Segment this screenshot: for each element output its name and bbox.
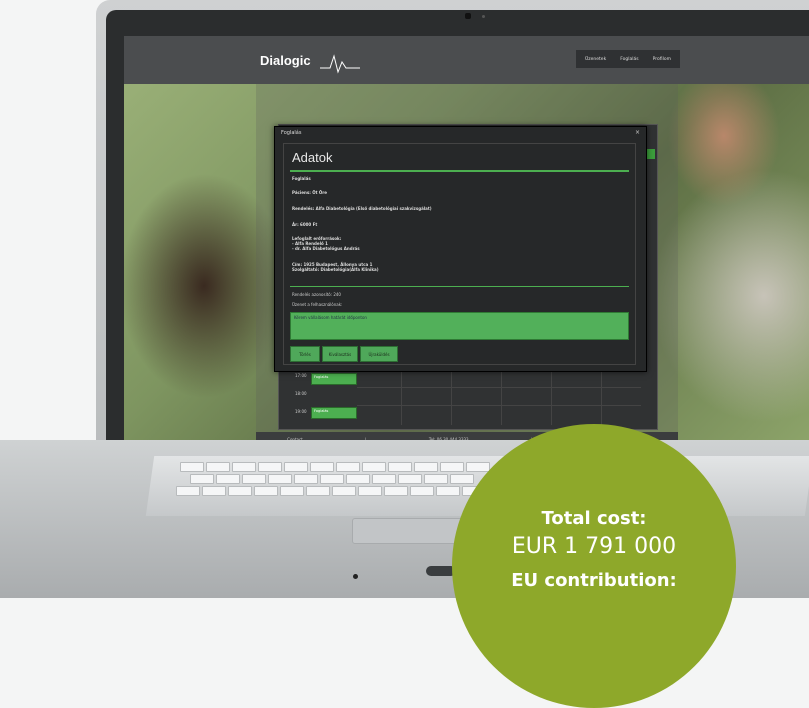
- info-resources: Lefoglalt erőforrások: - Alfa Rendelő 1 …: [292, 236, 360, 251]
- eu-contribution-label: EU contribution:: [511, 570, 677, 591]
- key: [180, 462, 204, 472]
- message-label: Üzenet a felhasználónak:: [292, 302, 343, 307]
- info-address: Cím: 1925 Budapest, Állonya utca 1 Szolg…: [292, 262, 379, 272]
- key: [176, 486, 200, 496]
- cost-badge: Total cost: EUR 1 791 000 EU contributio…: [452, 424, 736, 708]
- key: [280, 486, 304, 496]
- key: [310, 462, 334, 472]
- site-header: Dialogic Üzenetek Foglalás Profilom: [124, 36, 809, 84]
- modal-heading: Adatok: [292, 150, 333, 165]
- grid-column-line: [551, 369, 552, 425]
- info-price: Ár: 6000 Ft: [292, 222, 318, 227]
- key: [440, 462, 464, 472]
- resend-button[interactable]: Újraküldés: [360, 346, 398, 362]
- info-booking: Foglalás: [292, 176, 311, 181]
- time-label: 18:00: [295, 391, 307, 396]
- key: [384, 486, 408, 496]
- key: [410, 486, 434, 496]
- delete-button[interactable]: Törlés: [290, 346, 320, 362]
- key: [254, 486, 278, 496]
- booking-slot[interactable]: Foglalás: [311, 407, 357, 419]
- key: [258, 462, 282, 472]
- modal-body: Adatok Foglalás Páciens: Öt Öre Rendelés…: [283, 143, 636, 365]
- key: [336, 462, 360, 472]
- nav-link-profile[interactable]: Profilom: [653, 57, 671, 62]
- key: [320, 474, 344, 484]
- key: [466, 462, 490, 472]
- key: [388, 462, 412, 472]
- key: [242, 474, 266, 484]
- grid-column-line: [501, 369, 502, 425]
- grid-column-line: [451, 369, 452, 425]
- info-service: Rendelés: Alfa Diabetológia (Első diabet…: [292, 206, 432, 211]
- info-patient: Páciens: Öt Öre: [292, 190, 327, 195]
- indicator-light-icon: [353, 574, 358, 579]
- booking-modal: Foglalás × Adatok Foglalás Páciens: Öt Ö…: [274, 126, 647, 372]
- grid-line: [357, 405, 641, 406]
- heading-divider: [290, 170, 629, 172]
- key: [424, 474, 448, 484]
- grid-column-line: [601, 369, 602, 425]
- key: [450, 474, 474, 484]
- nav-link-messages[interactable]: Üzenetek: [585, 57, 606, 62]
- key-row: [176, 486, 486, 496]
- booking-id: Rendelés azonosító: 240: [292, 292, 341, 297]
- section-divider: [290, 286, 629, 287]
- grid-line: [357, 387, 641, 388]
- key: [306, 486, 330, 496]
- key: [362, 462, 386, 472]
- time-label: 19:00: [295, 409, 307, 414]
- message-textarea[interactable]: Kérem vállalásom határát időponton: [290, 312, 629, 340]
- key: [372, 474, 396, 484]
- top-nav: Üzenetek Foglalás Profilom: [576, 50, 680, 68]
- camera-indicator-icon: [482, 15, 485, 18]
- key-row: [180, 462, 490, 472]
- close-icon[interactable]: ×: [635, 129, 640, 136]
- key: [268, 474, 292, 484]
- key: [232, 462, 256, 472]
- time-label: 17:00: [295, 373, 307, 378]
- camera-icon: [465, 13, 471, 19]
- heartbeat-icon: [320, 54, 360, 74]
- key: [228, 486, 252, 496]
- key: [202, 486, 226, 496]
- key: [346, 474, 370, 484]
- key: [398, 474, 422, 484]
- grid-column-line: [401, 369, 402, 425]
- key: [294, 474, 318, 484]
- total-cost-value: EUR 1 791 000: [511, 534, 677, 559]
- laptop-screen: Dialogic Üzenetek Foglalás Profilom Fo F…: [124, 36, 809, 446]
- key-row: [190, 474, 474, 484]
- nav-link-booking[interactable]: Foglalás: [620, 57, 638, 62]
- key: [216, 474, 240, 484]
- key: [190, 474, 214, 484]
- key: [414, 462, 438, 472]
- site-logo[interactable]: Dialogic: [260, 53, 311, 68]
- total-cost-label: Total cost:: [541, 508, 647, 529]
- key: [284, 462, 308, 472]
- select-button[interactable]: Kiválasztás: [322, 346, 358, 362]
- booking-slot[interactable]: Foglalás: [311, 373, 357, 385]
- schedule-grid: 17:00 18:00 19:00 Foglalás Foglalás: [281, 369, 641, 425]
- key: [436, 486, 460, 496]
- key: [206, 462, 230, 472]
- modal-title: Foglalás: [281, 130, 302, 136]
- key: [332, 486, 356, 496]
- key: [358, 486, 382, 496]
